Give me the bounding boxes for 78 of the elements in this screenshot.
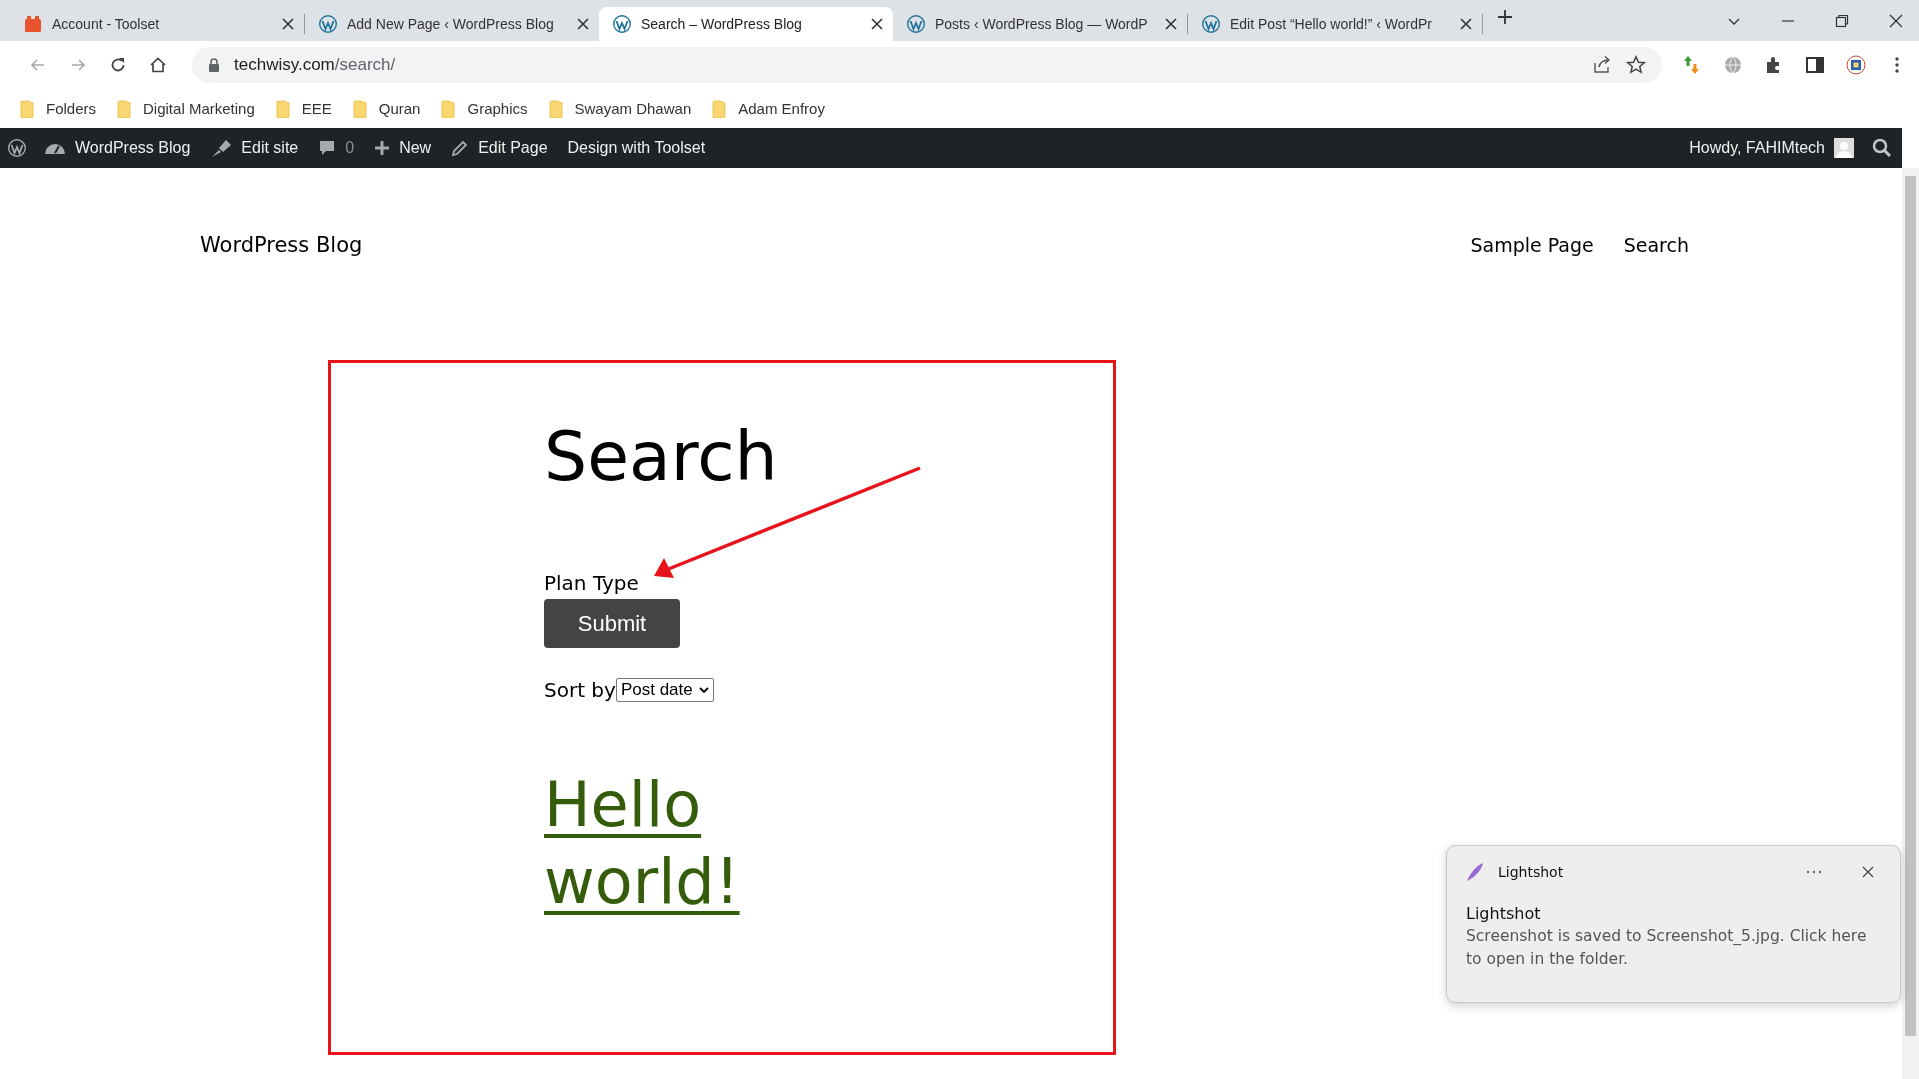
search-icon[interactable] (1872, 138, 1892, 158)
star-icon[interactable] (1626, 55, 1646, 75)
pencil-icon (451, 139, 470, 157)
notification-app-name: Lightshot (1498, 864, 1565, 880)
tab-title: Add New Page ‹ WordPress Blog (347, 16, 555, 32)
lock-icon (208, 58, 220, 72)
close-icon[interactable] (1165, 18, 1177, 30)
arrows-icon[interactable] (1682, 55, 1702, 75)
folder-icon (441, 99, 456, 118)
admin-bar-item[interactable]: New (374, 128, 432, 168)
wordpress-icon (1202, 15, 1220, 33)
site-title[interactable]: WordPress Blog (200, 233, 1441, 257)
nav-link[interactable]: Search (1623, 234, 1689, 256)
notification-title: Lightshot (1466, 904, 1542, 923)
nav-link[interactable]: Sample Page (1470, 234, 1594, 256)
bookmark[interactable]: Graphics (441, 99, 528, 118)
close-icon[interactable] (282, 18, 294, 30)
browser-tab[interactable]: Add New Page ‹ WordPress Blog (305, 7, 599, 41)
close-icon[interactable] (1862, 866, 1874, 878)
account-menu[interactable]: Howdy, FAHIMtech (1689, 128, 1854, 168)
bookmark[interactable]: EEE (275, 99, 332, 118)
chevron-down-icon (698, 686, 709, 694)
avatar-icon (1834, 138, 1854, 158)
submit-button[interactable]: Submit (544, 599, 680, 648)
browser-tab[interactable]: Search – WordPress Blog (599, 7, 893, 41)
folder-icon (712, 99, 727, 118)
sort-label: Sort by (544, 678, 616, 702)
close-icon[interactable] (1889, 13, 1903, 28)
close-icon[interactable] (871, 18, 883, 30)
scrollbar[interactable] (1902, 168, 1919, 1079)
tab-title: Posts ‹ WordPress Blog — WordP (935, 16, 1149, 32)
admin-bar-item[interactable]: 0 (318, 128, 355, 168)
tab-title: Search – WordPress Blog (641, 16, 803, 32)
post-link[interactable]: Hello world! (544, 766, 824, 920)
tab-title: Edit Post “Hello world!” ‹ WordPr (1230, 16, 1433, 32)
toolset-icon (24, 15, 42, 33)
sort-dropdown[interactable]: Post date (615, 678, 714, 702)
folder-icon (352, 99, 367, 118)
field-label: Plan Type (544, 571, 639, 595)
folder-icon (548, 99, 563, 118)
folder-icon (117, 99, 132, 118)
restore-icon[interactable] (1835, 13, 1849, 28)
wordpress-icon (319, 15, 337, 33)
bookmark[interactable]: Adam Enfroy (712, 99, 825, 118)
plus-icon (374, 140, 391, 156)
wordpress-logo-icon (8, 139, 26, 157)
bookmark[interactable]: Quran (352, 99, 421, 118)
side-panel-icon[interactable] (1805, 55, 1825, 75)
new-tab-icon[interactable] (1497, 8, 1513, 25)
admin-bar-item[interactable]: Edit Page (451, 128, 548, 168)
reload-icon[interactable] (109, 56, 127, 74)
bookmark[interactable]: Swayam Dhawan (548, 99, 692, 118)
close-icon[interactable] (1460, 18, 1472, 30)
notification-message: Screenshot is saved to Screenshot_5.jpg. Click here to open in the folder. (1466, 926, 1868, 970)
profile-icon[interactable] (1846, 55, 1866, 75)
close-icon[interactable] (577, 18, 589, 30)
share-icon[interactable] (1592, 55, 1612, 75)
folder-icon (275, 99, 290, 118)
admin-bar-item[interactable]: Design with Toolset (567, 128, 706, 168)
folder-icon (20, 99, 34, 118)
address-bar[interactable]: techwisy.com/search/ (192, 47, 1662, 83)
feather-icon (1466, 862, 1484, 882)
page-heading: Search (544, 423, 778, 491)
more-options-icon[interactable] (1806, 870, 1822, 874)
notification-toast[interactable]: Lightshot Lightshot Screenshot is saved to Screenshot_5.jpg. Click here to open in the folder. (1446, 845, 1901, 1003)
bookmark[interactable]: Digital Marketing (117, 99, 255, 118)
bookmark[interactable]: Folders (20, 99, 97, 118)
home-icon[interactable] (149, 56, 167, 74)
browser-tab[interactable]: Posts ‹ WordPress Blog — WordP (893, 7, 1187, 41)
browser-tab[interactable]: Account - Toolset (10, 7, 304, 41)
browser-tab[interactable]: Edit Post “Hello world!” ‹ WordPr (1188, 7, 1482, 41)
tab-title: Account - Toolset (52, 16, 161, 32)
admin-bar-item[interactable]: WordPress Blog (44, 128, 191, 168)
admin-bar-item[interactable]: Edit site (210, 128, 299, 168)
wordpress-icon (613, 15, 631, 33)
speech-bubble-icon (318, 139, 337, 157)
wordpress-icon (907, 15, 925, 33)
url-text: techwisy.com/search/ (234, 55, 397, 75)
